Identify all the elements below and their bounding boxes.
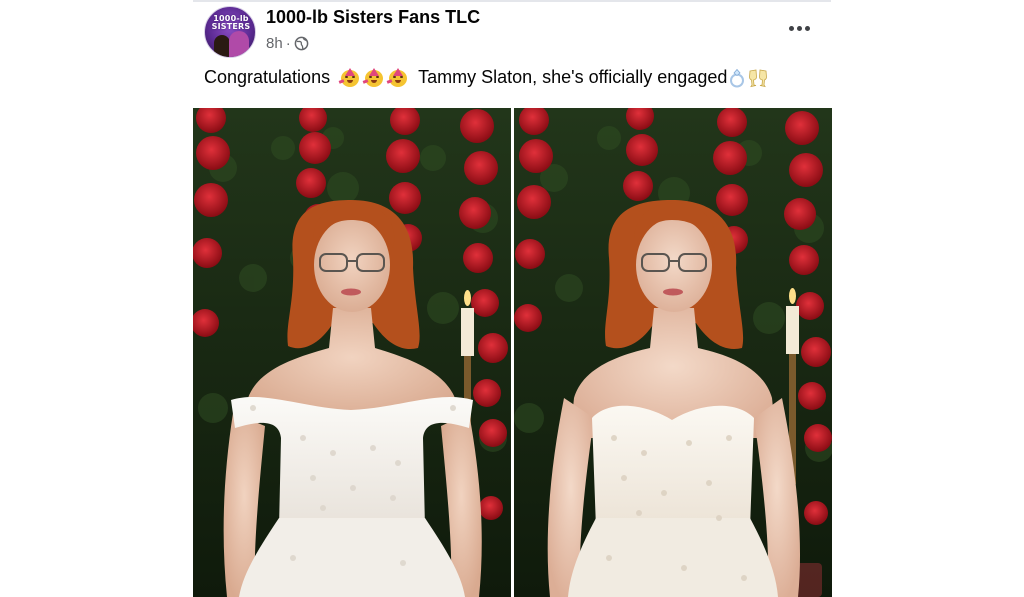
globe-icon[interactable]: [294, 36, 309, 51]
more-dots-icon: [796, 25, 802, 31]
post-photo-2[interactable]: [514, 108, 832, 597]
post-message: Congratulations Tammy Slaton, she's offi…: [204, 67, 769, 88]
post-top-border: [193, 0, 831, 2]
avatar-logo-line-2: SISTERS: [211, 22, 251, 31]
bride-photo-strapless: [514, 108, 832, 597]
more-dots-icon: [788, 25, 794, 31]
post-text-engaged: Tammy Slaton, she's officially engaged: [418, 67, 728, 87]
meta-separator: ·: [285, 34, 291, 52]
facebook-post: 1000-lb SISTERS 1000-lb Sisters Fans TLC…: [193, 0, 832, 597]
post-timestamp[interactable]: 8h: [266, 35, 283, 52]
more-dots-icon: [804, 25, 810, 31]
page-name-link[interactable]: 1000-lb Sisters Fans TLC: [266, 7, 480, 28]
post-meta: 8h ·: [266, 34, 309, 52]
partying-face-emoji: [386, 67, 409, 88]
bride-photo-offshoulder: [193, 108, 511, 597]
avatar-logo-text: 1000-lb SISTERS: [205, 15, 255, 31]
avatar-figure: [229, 31, 249, 57]
clinking-glasses-icon: [747, 68, 769, 88]
avatar-figure: [214, 35, 230, 57]
partying-face-emoji: [362, 67, 385, 88]
more-options-button[interactable]: [783, 16, 815, 40]
post-photo-1[interactable]: [193, 108, 511, 597]
post-text-congratulations: Congratulations: [204, 67, 331, 87]
partying-face-emoji: [338, 67, 361, 88]
ring-emoji-icon: [728, 68, 746, 88]
page-avatar[interactable]: 1000-lb SISTERS: [204, 6, 256, 58]
